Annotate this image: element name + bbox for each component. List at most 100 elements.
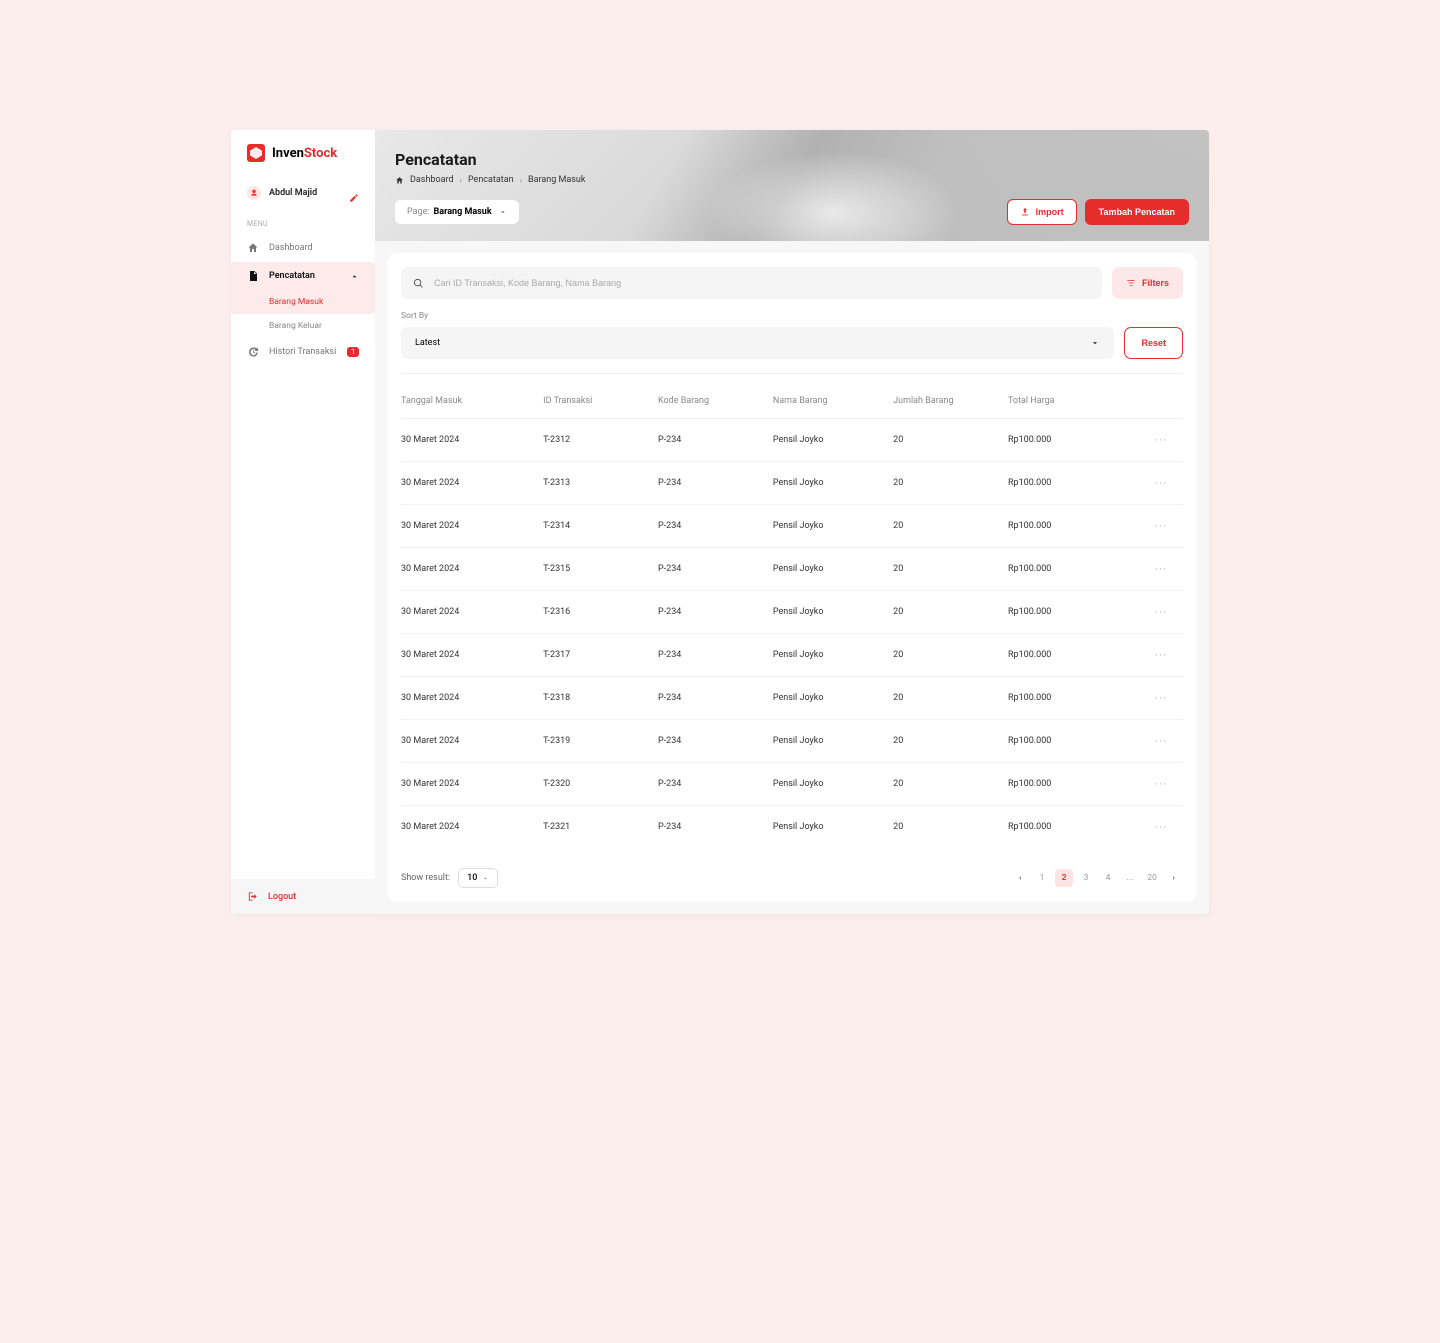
cell: Rp100.000 (1008, 650, 1139, 660)
page-number[interactable]: 2 (1055, 869, 1073, 887)
nav-dashboard[interactable]: Dashboard (231, 234, 375, 262)
cell: 30 Maret 2024 (401, 650, 543, 660)
menu-label: MENU (231, 210, 375, 234)
logout-label: Logout (268, 892, 296, 902)
row-actions[interactable]: ··· (1139, 519, 1183, 533)
show-result-value: 10 (467, 873, 477, 883)
cell: Pensil Joyko (773, 693, 893, 703)
logo: InvenStock (231, 144, 375, 176)
cell: 30 Maret 2024 (401, 564, 543, 574)
cell: T-2321 (543, 822, 658, 832)
logout-icon (247, 891, 258, 902)
import-button[interactable]: Import (1007, 199, 1077, 225)
cell: P-234 (658, 521, 773, 531)
add-button[interactable]: Tambah Pencatan (1085, 199, 1189, 225)
nav-label: Histori Transaksi (269, 347, 336, 357)
edit-icon[interactable] (349, 188, 359, 198)
cell: Pensil Joyko (773, 650, 893, 660)
sub-barang-masuk[interactable]: Barang Masuk (231, 290, 375, 314)
separator: › (520, 176, 522, 185)
cell: P-234 (658, 478, 773, 488)
crumb[interactable]: Dashboard (410, 175, 454, 185)
page-number[interactable]: 1 (1033, 869, 1051, 887)
table-row: 30 Maret 2024T-2321P-234Pensil Joyko20Rp… (401, 806, 1183, 848)
cell: T-2316 (543, 607, 658, 617)
cell: 20 (893, 521, 1008, 531)
page-selector-value: Barang Masuk (434, 207, 492, 217)
row-actions[interactable]: ··· (1139, 433, 1183, 447)
col-header: Tanggal Masuk (401, 396, 543, 406)
row-actions[interactable]: ··· (1139, 777, 1183, 791)
row-actions[interactable]: ··· (1139, 562, 1183, 576)
cell: 20 (893, 693, 1008, 703)
table-footer: Show result: 10 1234...20 (401, 858, 1183, 888)
cell: 30 Maret 2024 (401, 478, 543, 488)
logo-icon (247, 144, 265, 162)
page-number[interactable]: 4 (1099, 869, 1117, 887)
page-prev[interactable] (1011, 869, 1029, 887)
logout-button[interactable]: Logout (231, 879, 375, 914)
cell: Rp100.000 (1008, 478, 1139, 488)
row-actions[interactable]: ··· (1139, 476, 1183, 490)
cell: Rp100.000 (1008, 693, 1139, 703)
filter-icon (1126, 278, 1136, 288)
table-row: 30 Maret 2024T-2312P-234Pensil Joyko20Rp… (401, 419, 1183, 462)
cell: T-2320 (543, 779, 658, 789)
sub-barang-keluar[interactable]: Barang Keluar (231, 314, 375, 338)
cell: Rp100.000 (1008, 779, 1139, 789)
cell: T-2313 (543, 478, 658, 488)
row-actions[interactable]: ··· (1139, 820, 1183, 834)
col-header: ID Transaksi (543, 396, 658, 406)
history-icon (247, 346, 259, 358)
import-label: Import (1036, 207, 1064, 217)
main: Pencatatan Dashboard › Pencatatan › Bara… (375, 130, 1209, 914)
crumb: Barang Masuk (528, 175, 585, 185)
cell: 20 (893, 822, 1008, 832)
table-row: 30 Maret 2024T-2313P-234Pensil Joyko20Rp… (401, 462, 1183, 505)
cell: T-2315 (543, 564, 658, 574)
table-row: 30 Maret 2024T-2317P-234Pensil Joyko20Rp… (401, 634, 1183, 677)
filters-label: Filters (1142, 278, 1169, 288)
chevron-down-icon (499, 208, 507, 216)
page-selector[interactable]: Page: Barang Masuk (395, 200, 519, 224)
filters-button[interactable]: Filters (1112, 267, 1183, 299)
document-icon (247, 270, 259, 282)
show-result-select[interactable]: 10 (458, 868, 498, 888)
cell: Pensil Joyko (773, 435, 893, 445)
reset-button[interactable]: Reset (1124, 327, 1183, 359)
cell: Pensil Joyko (773, 564, 893, 574)
search-icon (413, 278, 424, 289)
cell: 20 (893, 478, 1008, 488)
row-actions[interactable]: ··· (1139, 691, 1183, 705)
row-actions[interactable]: ··· (1139, 605, 1183, 619)
row-actions[interactable]: ··· (1139, 734, 1183, 748)
nav-pencatatan[interactable]: Pencatatan (231, 262, 375, 290)
sort-select[interactable]: Latest (401, 327, 1114, 359)
page-next[interactable] (1165, 869, 1183, 887)
cell: Rp100.000 (1008, 736, 1139, 746)
cell: T-2319 (543, 736, 658, 746)
cell: P-234 (658, 650, 773, 660)
page-number[interactable]: 20 (1143, 869, 1161, 887)
crumb[interactable]: Pencatatan (468, 175, 514, 185)
home-icon (247, 242, 259, 254)
page-ellipsis: ... (1121, 869, 1139, 887)
nav-histori[interactable]: Histori Transaksi 1 (231, 338, 375, 366)
col-header: Nama Barang (773, 396, 893, 406)
search-input[interactable] (434, 278, 1090, 288)
cell: 30 Maret 2024 (401, 607, 543, 617)
cell: P-234 (658, 564, 773, 574)
cell: P-234 (658, 693, 773, 703)
chevron-down-icon (1090, 338, 1100, 348)
sidebar: InvenStock Abdul Majid MENU Dashboard Pe… (231, 130, 375, 914)
page-number[interactable]: 3 (1077, 869, 1095, 887)
cell: P-234 (658, 822, 773, 832)
table-header: Tanggal Masuk ID Transaksi Kode Barang N… (401, 384, 1183, 419)
cell: Pensil Joyko (773, 521, 893, 531)
cell: 20 (893, 435, 1008, 445)
cell: P-234 (658, 779, 773, 789)
cell: 30 Maret 2024 (401, 736, 543, 746)
cell: 20 (893, 607, 1008, 617)
cell: 30 Maret 2024 (401, 521, 543, 531)
row-actions[interactable]: ··· (1139, 648, 1183, 662)
